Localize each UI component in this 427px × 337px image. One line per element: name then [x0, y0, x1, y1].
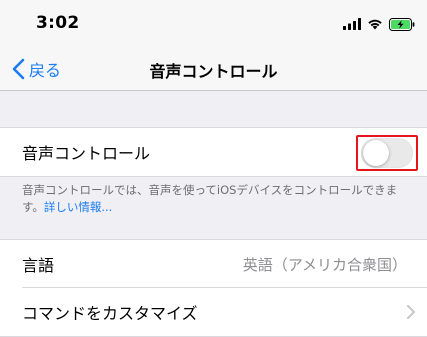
language-value: 英語（アメリカ合衆国）: [242, 255, 407, 274]
voice-control-label: 音声コントロール: [22, 144, 151, 163]
status-bar: 3:02: [0, 0, 427, 48]
voice-control-row: 音声コントロール: [0, 128, 427, 176]
language-label: 言語: [22, 256, 55, 275]
voice-control-toggle[interactable]: [361, 138, 413, 168]
learn-more-link[interactable]: 詳しい情報...: [44, 200, 112, 214]
wifi-icon: [368, 19, 382, 30]
navigation-bar: 戻る 音声コントロール: [0, 48, 427, 91]
status-time: 3:02: [36, 13, 80, 33]
toggle-highlight: [356, 135, 418, 171]
page-title: 音声コントロール: [149, 62, 278, 81]
customize-commands-label: コマンドをカスタマイズ: [22, 304, 198, 323]
customize-commands-row[interactable]: コマンドをカスタマイズ: [0, 288, 427, 336]
language-row[interactable]: 言語 英語（アメリカ合衆国）: [0, 240, 427, 288]
voice-control-section: 音声コントロール: [0, 127, 427, 177]
voice-control-footer: 音声コントロールでは、音声を使ってiOSデバイスをコントロールできます。詳しい情…: [22, 182, 417, 216]
battery-charging-icon: [389, 17, 415, 31]
settings-section: 言語 英語（アメリカ合衆国） コマンドをカスタマイズ: [0, 239, 427, 337]
chevron-right-icon: [407, 305, 415, 319]
status-icons: [343, 16, 415, 32]
toggle-knob: [363, 140, 389, 166]
cellular-signal-icon: [343, 18, 361, 30]
